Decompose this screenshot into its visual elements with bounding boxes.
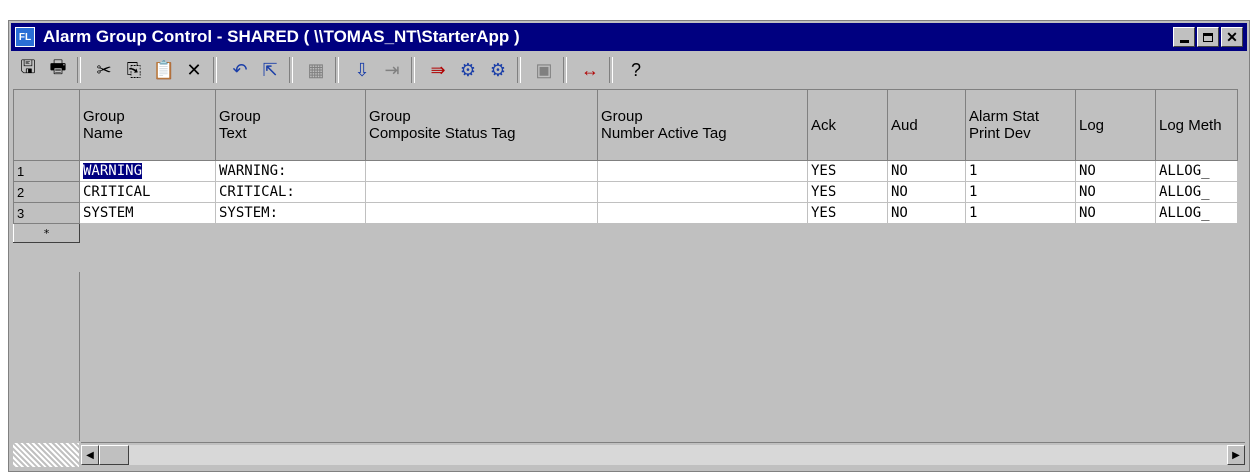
toolbar-separator <box>77 57 81 83</box>
alarm-group-control-window: FL Alarm Group Control - SHARED ( \\TOMA… <box>8 20 1250 472</box>
undo-icon[interactable]: ↶ <box>227 57 253 83</box>
new-row[interactable]: * <box>13 223 1238 243</box>
title-bar[interactable]: FL Alarm Group Control - SHARED ( \\TOMA… <box>11 23 1247 51</box>
minimize-button[interactable] <box>1173 27 1195 47</box>
cell-alarm-stat-print-dev[interactable]: 1 <box>965 202 1076 224</box>
column-header-ack[interactable]: Ack <box>807 89 888 161</box>
column-header-composite-status-tag[interactable]: Group Composite Status Tag <box>365 89 598 161</box>
scrollbar-track[interactable] <box>129 445 1227 465</box>
cell-log[interactable]: NO <box>1075 160 1156 182</box>
cell-log[interactable]: NO <box>1075 202 1156 224</box>
close-icon: ✕ <box>1226 28 1238 45</box>
window-title: Alarm Group Control - SHARED ( \\TOMAS_N… <box>43 27 520 46</box>
table-row[interactable]: 3 SYSTEM SYSTEM: YES NO 1 NO ALLOG_ <box>13 202 1238 224</box>
maximize-icon <box>1203 32 1213 42</box>
alarm-group-grid[interactable]: Group Name Group Text Group Composite Statu… <box>13 89 1245 467</box>
cell-ack[interactable]: YES <box>807 202 888 224</box>
cell-group-text[interactable]: CRITICAL: <box>215 181 366 203</box>
cell-group-text[interactable]: SYSTEM: <box>215 202 366 224</box>
toolbar-separator <box>289 57 293 83</box>
app-icon[interactable]: FL <box>15 27 35 47</box>
alarm-group-table: Group Name Group Text Group Composite Statu… <box>13 89 1238 243</box>
cell-aud[interactable]: NO <box>887 181 966 203</box>
column-header-alarm-stat-print-dev[interactable]: Alarm Stat Print Dev <box>965 89 1076 161</box>
cell-alarm-stat-print-dev[interactable]: 1 <box>965 160 1076 182</box>
close-button[interactable]: ✕ <box>1221 27 1243 47</box>
import-icon[interactable]: ⇱ <box>257 57 283 83</box>
column-header-log[interactable]: Log <box>1075 89 1156 161</box>
tag-browse-icon[interactable]: ⇛ <box>425 57 451 83</box>
maximize-button[interactable] <box>1197 27 1219 47</box>
cell-ack[interactable]: YES <box>807 160 888 182</box>
cell-number-active-tag[interactable] <box>597 160 808 182</box>
delete-icon[interactable]: ✕ <box>181 57 207 83</box>
toolbar-separator <box>609 57 613 83</box>
cell-ack[interactable]: YES <box>807 181 888 203</box>
column-header-group-text[interactable]: Group Text <box>215 89 366 161</box>
paste-icon[interactable]: 📋 <box>151 57 177 83</box>
insert-row-icon[interactable]: ⇩ <box>349 57 375 83</box>
scrollbar-thumb[interactable] <box>99 445 129 465</box>
row-number[interactable]: 3 <box>13 202 80 224</box>
toolbar-separator <box>563 57 567 83</box>
cell-composite-status-tag[interactable] <box>365 160 598 182</box>
table-row[interactable]: 2 CRITICAL CRITICAL: YES NO 1 NO ALLOG_ <box>13 181 1238 203</box>
toolbar-separator <box>411 57 415 83</box>
cell-log-method[interactable]: ALLOG_ <box>1155 160 1238 182</box>
cell-number-active-tag[interactable] <box>597 202 808 224</box>
grid-corner <box>13 443 79 467</box>
properties-icon[interactable]: ▣ <box>531 57 557 83</box>
cell-alarm-stat-print-dev[interactable]: 1 <box>965 181 1076 203</box>
print-icon[interactable]: 🖶 <box>45 57 71 83</box>
minimize-icon <box>1179 39 1189 43</box>
grid-icon[interactable]: ▦ <box>303 57 329 83</box>
cell-group-name[interactable]: CRITICAL <box>79 181 216 203</box>
toolbar: 🖫 🖶 ✂ ⎘ 📋 ✕ ↶ ⇱ ▦ ⇩ ⇥ ⇛ ⚙ ⚙ ▣ ↔ ? <box>11 53 1247 87</box>
scroll-right-icon: ▶ <box>1232 449 1240 461</box>
column-header-log-method[interactable]: Log Meth <box>1155 89 1238 161</box>
cell-group-text[interactable]: WARNING: <box>215 160 366 182</box>
row-number[interactable]: 1 <box>13 160 80 182</box>
copy-icon[interactable]: ⎘ <box>121 57 147 83</box>
cell-log-method[interactable]: ALLOG_ <box>1155 202 1238 224</box>
save-icon[interactable]: 🖫 <box>15 57 41 83</box>
cell-group-name[interactable]: WARNING <box>79 160 216 182</box>
cell-log[interactable]: NO <box>1075 181 1156 203</box>
column-header-aud[interactable]: Aud <box>887 89 966 161</box>
column-header-number-active-tag[interactable]: Group Number Active Tag <box>597 89 808 161</box>
new-row-marker[interactable]: * <box>13 223 80 243</box>
column-header-group-name[interactable]: Group Name <box>79 89 216 161</box>
table-row[interactable]: 1 WARNING WARNING: YES NO 1 NO ALLOG_ <box>13 160 1238 182</box>
horizontal-scrollbar[interactable]: ◀ ▶ <box>81 442 1245 467</box>
row-number[interactable]: 2 <box>13 181 80 203</box>
toolbar-separator <box>213 57 217 83</box>
toolbar-separator <box>335 57 339 83</box>
cell-number-active-tag[interactable] <box>597 181 808 203</box>
cell-composite-status-tag[interactable] <box>365 202 598 224</box>
toolbar-separator <box>517 57 521 83</box>
scroll-left-icon: ◀ <box>86 449 94 461</box>
scroll-left-button[interactable]: ◀ <box>81 445 99 465</box>
column-width-icon[interactable]: ↔ <box>577 57 603 83</box>
row-header-corner[interactable] <box>13 89 80 161</box>
find-icon[interactable]: ⚙ <box>455 57 481 83</box>
insert-col-icon[interactable]: ⇥ <box>379 57 405 83</box>
scroll-right-button[interactable]: ▶ <box>1227 445 1245 465</box>
cell-aud[interactable]: NO <box>887 160 966 182</box>
cell-composite-status-tag[interactable] <box>365 181 598 203</box>
help-icon[interactable]: ? <box>623 57 649 83</box>
cell-log-method[interactable]: ALLOG_ <box>1155 181 1238 203</box>
cell-group-name[interactable]: SYSTEM <box>79 202 216 224</box>
row-header-strip <box>13 272 80 441</box>
cell-aud[interactable]: NO <box>887 202 966 224</box>
cut-icon[interactable]: ✂ <box>91 57 117 83</box>
find-next-icon[interactable]: ⚙ <box>485 57 511 83</box>
